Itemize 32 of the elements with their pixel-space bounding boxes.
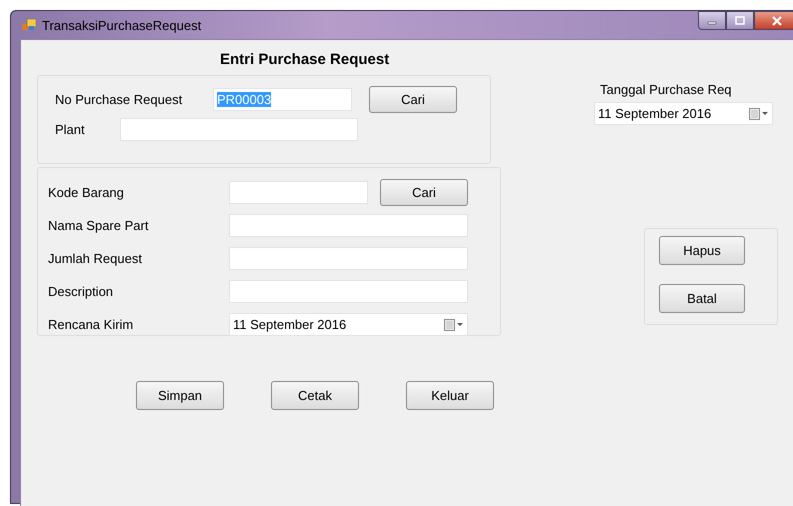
field-label: Description xyxy=(48,284,114,299)
action-button[interactable]: Hapus xyxy=(659,236,745,265)
calendar-dropdown-icon[interactable] xyxy=(444,318,464,330)
field-label: Kode Barang xyxy=(48,185,125,200)
maximize-icon xyxy=(735,16,745,26)
text-field[interactable] xyxy=(229,181,368,204)
form-icon xyxy=(22,19,36,31)
action-button[interactable]: Simpan xyxy=(136,381,224,410)
action-button[interactable]: Cetak xyxy=(271,381,359,410)
action-button[interactable]: Batal xyxy=(659,284,745,313)
text-field[interactable] xyxy=(120,118,358,140)
close-icon xyxy=(771,16,783,26)
window-title: TransaksiPurchaseRequest xyxy=(42,18,202,32)
search-button[interactable]: Cari xyxy=(380,179,468,206)
field-label: Jumlah Request xyxy=(48,251,143,266)
close-button[interactable] xyxy=(754,11,793,30)
field-label: Rencana Kirim xyxy=(48,317,134,332)
text-field[interactable] xyxy=(229,214,468,237)
field-label: Tanggal Purchase Req xyxy=(600,82,732,97)
date-picker[interactable]: 11 September 2016 xyxy=(229,313,468,336)
maximize-button[interactable] xyxy=(726,11,754,30)
text-field[interactable] xyxy=(229,247,468,270)
form-heading: Entri Purchase Request xyxy=(220,51,390,70)
date-picker[interactable]: 11 September 2016 xyxy=(594,102,773,125)
text-field[interactable] xyxy=(229,280,468,303)
calendar-dropdown-icon[interactable] xyxy=(749,108,769,120)
search-button[interactable]: Cari xyxy=(369,86,457,112)
field-label: No Purchase Request xyxy=(55,92,184,106)
minimize-button[interactable] xyxy=(698,11,726,30)
field-label: Nama Spare Part xyxy=(48,218,150,233)
action-button[interactable]: Keluar xyxy=(406,381,494,410)
field-label: Plant xyxy=(55,122,86,136)
